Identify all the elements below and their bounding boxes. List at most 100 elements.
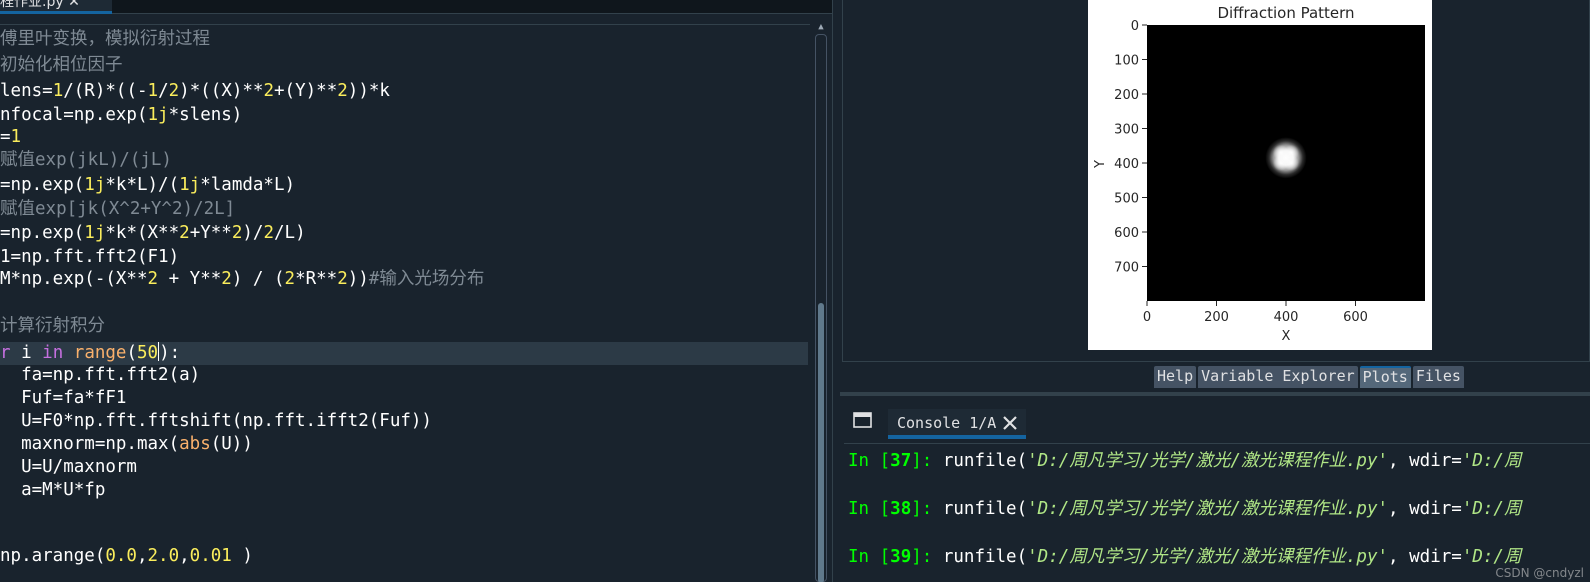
code-token: *lamda*L)	[200, 175, 296, 195]
code-line[interactable]: Fuf=fa*fF1	[0, 387, 808, 410]
code-line[interactable]: 傅里叶变换，模拟衍射过程	[0, 28, 808, 51]
code-line[interactable]: 初始化相位因子	[0, 54, 808, 77]
code-line[interactable]: lens=1/(R)*((-1/2)*((X)**2+(Y)**2))*k	[0, 80, 808, 103]
code-line[interactable]: maxnorm=np.max(abs(U))	[0, 433, 808, 456]
console-path: 'D:/周凡学习/光学/激光/激光课程作业.py'	[1027, 547, 1389, 567]
code-token: =	[0, 127, 11, 147]
code-token: maxnorm=np.max(	[0, 434, 180, 454]
y-tick-label: 100	[1114, 54, 1139, 69]
code-line[interactable]: =np.exp(1j*k*(X**2+Y**2)/2/L)	[0, 222, 808, 245]
code-line[interactable]: 赋值exp(jkL)/(jL)	[0, 149, 808, 172]
code-editor[interactable]: 程作业.py ✕ ▲ 傅里叶变换，模拟衍射过程 初始化相位因子 lens=1/(R)…	[0, 0, 838, 582]
code-line[interactable]: =1	[0, 126, 808, 149]
pane-tab-bar: Help Variable Explorer Plots Files	[1154, 366, 1464, 388]
code-token: 2	[337, 269, 348, 289]
code-token: 2	[337, 81, 348, 101]
y-tick-label: 700	[1114, 261, 1139, 276]
console-line: In [37]: runfile('D:/周凡学习/光学/激光/激光课程作业.p…	[848, 449, 1521, 473]
code-token: 1j	[179, 175, 201, 195]
tab-variable-explorer[interactable]: Variable Explorer	[1198, 366, 1358, 388]
plots-pane: Diffraction Pattern 0 200 400 600 0 100 200 30…	[840, 0, 1590, 392]
code-token: 赋值exp(jkL)/(jL)	[0, 150, 172, 170]
code-line[interactable]: 赋值exp[jk(X^2+Y^2)/2L]	[0, 198, 808, 221]
code-line[interactable]: a=M*U*fp	[0, 479, 808, 502]
y-tick-label: 300	[1114, 123, 1139, 138]
code-token: np.arange(	[0, 546, 106, 566]
diffraction-chart: Diffraction Pattern 0 200 400 600 0 100 200 30…	[1093, 4, 1425, 344]
tab-help[interactable]: Help	[1154, 366, 1197, 388]
code-line[interactable]: U=U/maxnorm	[0, 456, 808, 479]
code-token: in	[42, 343, 64, 363]
code-line[interactable]	[0, 502, 808, 525]
code-token: #输入光场分布	[368, 269, 485, 289]
code-token: 50	[137, 343, 159, 363]
code-token: 0.01	[189, 546, 232, 566]
console-n: 38	[890, 499, 912, 519]
console-tab[interactable]: Console 1/A	[888, 409, 1026, 439]
console-output[interactable]: In [37]: runfile('D:/周凡学习/光学/激光/激光课程作业.p…	[844, 443, 1590, 582]
code-token: 1j	[147, 105, 169, 125]
code-line[interactable]: 1=np.fft.fft2(F1)	[0, 246, 808, 269]
code-token: 赋值exp[jk(X^2+Y^2)/2L]	[0, 199, 236, 219]
close-icon[interactable]	[1001, 413, 1019, 431]
spot-lobe	[1283, 155, 1300, 171]
console-line: In [39]: runfile('D:/周凡学习/光学/激光/激光课程作业.p…	[848, 545, 1521, 569]
editor-scrollbar-thumb[interactable]	[818, 303, 824, 582]
y-tick-label: 0	[1131, 19, 1139, 34]
plots-area: Diffraction Pattern 0 200 400 600 0 100 200 30…	[842, 0, 1590, 362]
code-token: 计算衍射积分	[0, 316, 105, 336]
code-token: )*((X)**	[179, 81, 264, 101]
code-token: +(Y)**	[274, 81, 338, 101]
console-options-icon[interactable]	[852, 410, 874, 430]
console-rest: , wdir=	[1388, 499, 1462, 519]
code-line[interactable]: r i in range(50):	[0, 342, 808, 365]
pane-splitter[interactable]	[832, 0, 840, 582]
editor-tab-file[interactable]: 程作业.py ✕	[0, 0, 112, 14]
code-line[interactable]: np.arange(0.0,2.0,0.01 )	[0, 545, 808, 568]
console-n: 37	[890, 451, 912, 471]
code-line[interactable]: 计算衍射积分	[0, 315, 808, 338]
console-cmd: runfile(	[942, 451, 1028, 471]
code-line[interactable]: U=F0*np.fft.fftshift(np.fft.ifft2(Fuf))	[0, 410, 808, 433]
chart-title: Diffraction Pattern	[1217, 4, 1354, 22]
tab-files[interactable]: Files	[1412, 366, 1464, 388]
code-token: 2	[168, 81, 180, 101]
scroll-up-icon[interactable]: ▲	[816, 22, 826, 32]
code-token: 2	[263, 223, 275, 243]
code-token: 2	[263, 81, 275, 101]
y-tick-label: 400	[1114, 157, 1139, 172]
code-line[interactable]	[0, 292, 808, 315]
code-token: *slens)	[168, 105, 243, 125]
code-line[interactable]: =np.exp(1j*k*L)/(1j*lamda*L)	[0, 174, 808, 197]
console-pane: Console 1/A In [37]: runfile('D:/周凡学习/光学…	[840, 396, 1590, 582]
code-line[interactable]: fa=np.fft.fft2(a)	[0, 364, 808, 387]
code-token: 2	[231, 223, 243, 243]
code-token: /	[158, 81, 169, 101]
console-tab-label: Console 1/A	[897, 414, 997, 432]
y-tick-label: 500	[1114, 192, 1139, 207]
code-token: *k*(X**	[105, 223, 180, 243]
code-line[interactable]: nfocal=np.exp(1j*slens)	[0, 104, 808, 127]
plot-figure[interactable]: Diffraction Pattern 0 200 400 600 0 100 200 30…	[1088, 0, 1432, 350]
code-token: *R**	[295, 269, 338, 289]
console-wdir: 'D:/周	[1461, 547, 1522, 567]
code-token: ))	[347, 269, 369, 289]
code-token: ,	[136, 546, 148, 566]
code-token: ))*k	[347, 81, 390, 101]
editor-scrollbar[interactable]	[815, 34, 827, 582]
console-wdir: 'D:/周	[1461, 499, 1522, 519]
console-prompt: In [	[848, 499, 891, 519]
code-token: =np.exp(	[0, 175, 85, 195]
console-wdir: 'D:/周	[1461, 451, 1522, 471]
console-prompt: In [	[848, 451, 891, 471]
code-token: 2	[147, 269, 159, 289]
y-tick-label: 200	[1114, 88, 1139, 103]
code-token: )/	[242, 223, 264, 243]
tab-plots[interactable]: Plots	[1359, 366, 1411, 388]
code-token: 0.0	[105, 546, 137, 566]
code-area[interactable]: 傅里叶变换，模拟衍射过程 初始化相位因子 lens=1/(R)*((-1/2)*((…	[0, 24, 810, 582]
code-line[interactable]: M*np.exp(-(X**2 + Y**2) / (2*R**2))#输入光场…	[0, 268, 808, 291]
console-prompt: ]:	[911, 547, 943, 567]
code-token: /L)	[274, 223, 306, 243]
